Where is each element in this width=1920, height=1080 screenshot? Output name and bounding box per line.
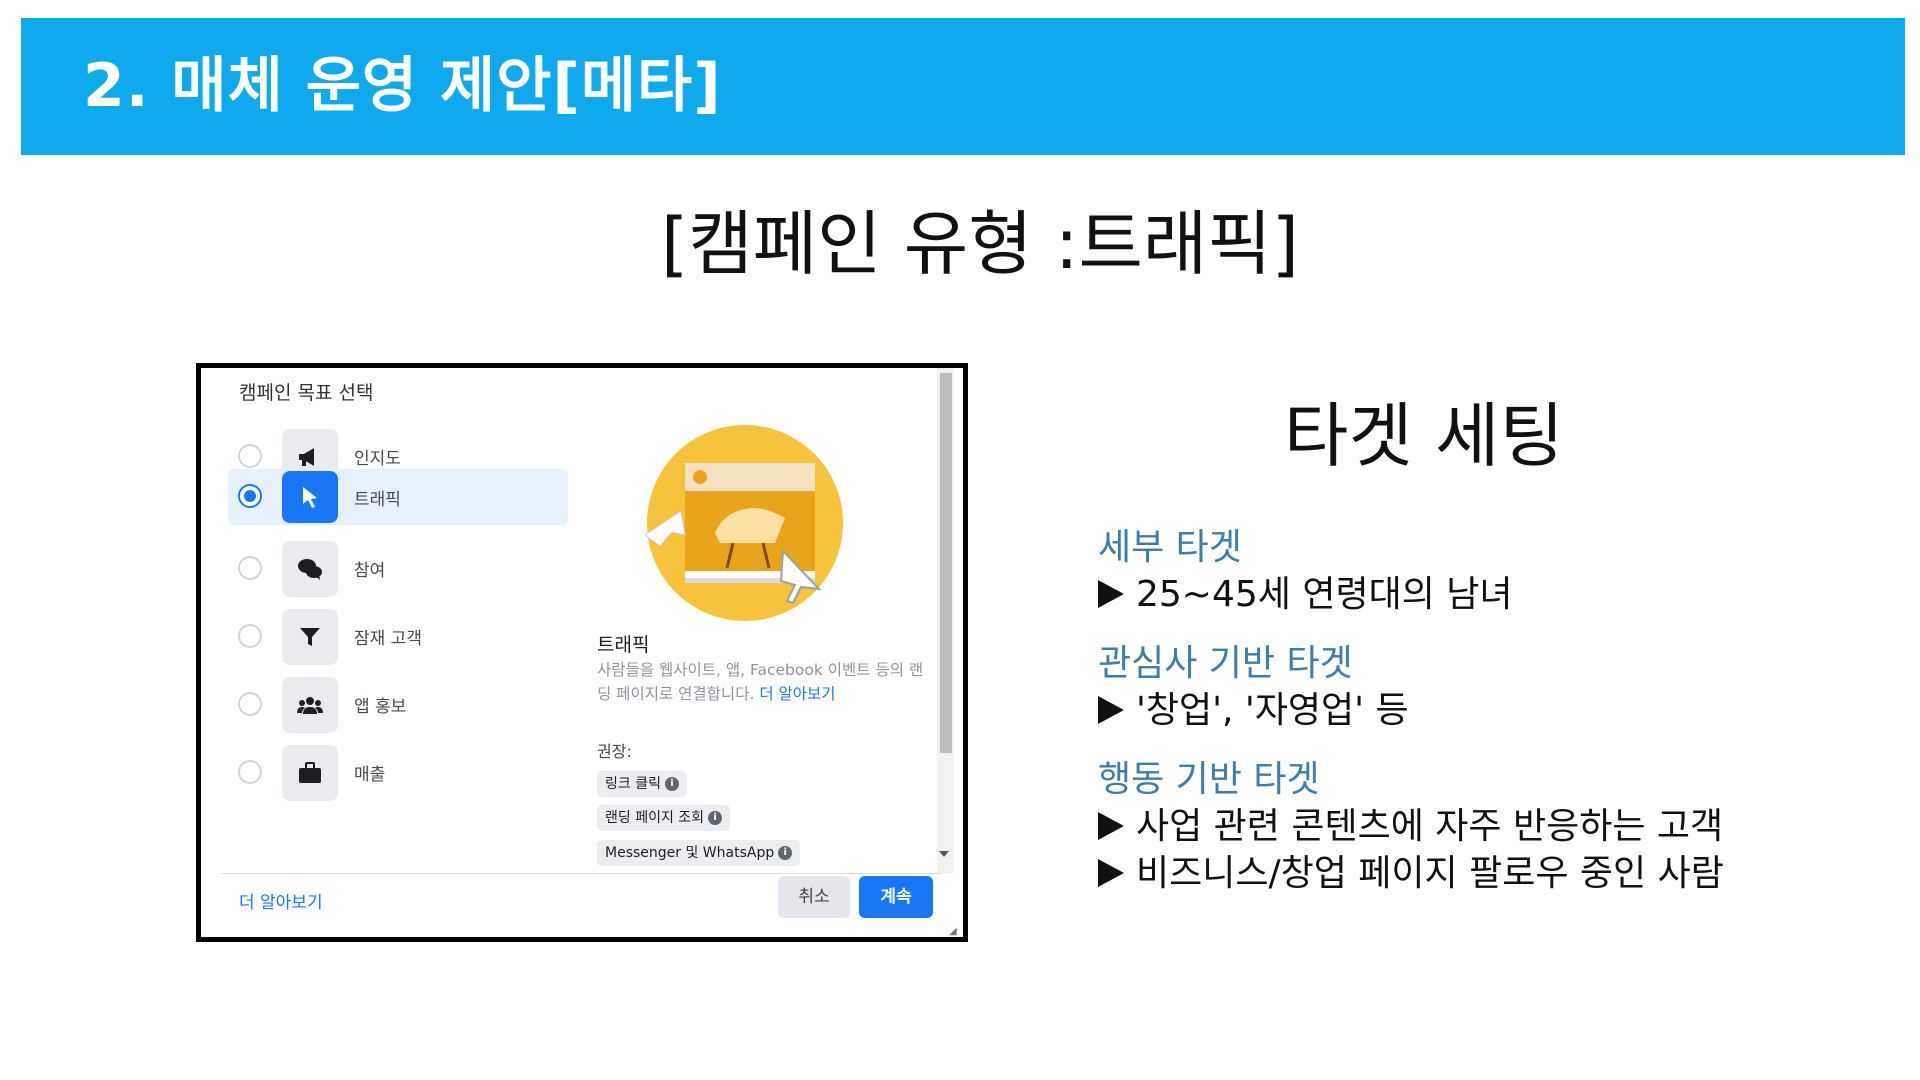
learn-more-inline-link[interactable]: 더 알아보기: [759, 685, 835, 703]
section-line: 사업 관련 콘텐츠에 자주 반응하는 고객: [1098, 797, 1723, 849]
radio-button[interactable]: [238, 692, 262, 716]
chip-label: 랜딩 페이지 조회: [605, 810, 705, 826]
funnel-icon: [282, 609, 338, 665]
slide-subtitle: [캠페인 유형 :트래픽]: [661, 203, 1299, 285]
info-icon[interactable]: i: [664, 777, 679, 791]
objective-label: 트래픽: [354, 490, 401, 510]
info-icon[interactable]: i: [778, 846, 793, 860]
scroll-down-icon[interactable]: [939, 851, 949, 857]
section-line: '창업', '자영업' 등: [1098, 681, 1409, 733]
objective-traffic[interactable]: 트래픽: [228, 469, 568, 525]
radio-button[interactable]: [238, 444, 262, 468]
scrollbar-thumb[interactable]: [940, 373, 952, 753]
chat-bubbles-icon: [282, 541, 338, 597]
objective-leads[interactable]: 잠재 고객: [228, 604, 568, 670]
campaign-objective-screenshot: 캠페인 목표 선택 인지도 트래픽 참여 잠재 고객 앱 홍보 매출 트래픽 사…: [196, 363, 968, 942]
objective-app-promotion[interactable]: 앱 홍보: [228, 672, 568, 738]
objective-detail-title: 트래픽: [597, 634, 650, 656]
learn-more-link[interactable]: 더 알아보기: [239, 888, 323, 913]
triangle-bullet-icon: [1098, 696, 1124, 724]
section-title: 관심사 기반 타겟: [1098, 643, 1353, 684]
section-title: 행동 기반 타겟: [1098, 759, 1320, 800]
dialog-title: 캠페인 목표 선택: [239, 382, 374, 404]
chip-label: 링크 클릭: [605, 776, 661, 792]
objective-detail-description: 사람들을 웹사이트, 앱, Facebook 이벤트 등의 랜딩 페이지로 연결…: [597, 658, 927, 706]
chip-label: Messenger 및 WhatsApp: [605, 845, 775, 861]
line-text: 비즈니스/창업 페이지 팔로우 중인 사람: [1136, 853, 1724, 894]
continue-button[interactable]: 계속: [859, 876, 933, 918]
recommend-chip: 링크 클릭 i: [597, 771, 687, 797]
triangle-bullet-icon: [1098, 812, 1124, 840]
divider: [221, 873, 941, 874]
traffic-illustration-icon: [644, 423, 845, 623]
objective-sales[interactable]: 매출: [228, 740, 568, 806]
line-text: 사업 관련 콘텐츠에 자주 반응하는 고객: [1136, 806, 1724, 847]
section-line: 비즈니스/창업 페이지 팔로우 중인 사람: [1098, 844, 1724, 896]
header-bar: 2. 매체 운영 제안[메타]: [21, 18, 1905, 155]
cursor-icon: [282, 471, 338, 523]
objective-label: 잠재 고객: [354, 629, 422, 649]
objective-engagement[interactable]: 참여: [228, 536, 568, 602]
info-icon[interactable]: i: [708, 811, 723, 825]
triangle-bullet-icon: [1098, 580, 1124, 608]
people-icon: [282, 677, 338, 733]
line-text: '창업', '자영업' 등: [1136, 690, 1409, 731]
triangle-bullet-icon: [1098, 859, 1124, 887]
recommend-chip: Messenger 및 WhatsApp i: [597, 840, 801, 866]
radio-button[interactable]: [238, 624, 262, 648]
section-line: 25~45세 연령대의 남녀: [1098, 565, 1513, 617]
radio-button[interactable]: [238, 760, 262, 784]
cancel-button[interactable]: 취소: [778, 876, 850, 918]
resize-grip-icon[interactable]: ◢: [949, 926, 957, 937]
briefcase-icon: [282, 745, 338, 801]
objective-label: 인지도: [354, 449, 401, 469]
line-text: 25~45세 연령대의 남녀: [1136, 574, 1513, 615]
radio-button[interactable]: [238, 556, 262, 580]
objective-label: 매출: [354, 765, 386, 785]
objective-label: 앱 홍보: [354, 697, 407, 717]
objective-label: 참여: [354, 561, 386, 581]
recommended-label: 권장:: [597, 742, 632, 761]
recommend-chip: 랜딩 페이지 조회 i: [597, 805, 731, 831]
radio-button-selected[interactable]: [238, 484, 262, 508]
section-title: 세부 타겟: [1098, 527, 1242, 568]
targeting-heading: 타겟 세팅: [1284, 395, 1564, 477]
page-title: 2. 매체 운영 제안[메타]: [83, 51, 722, 121]
